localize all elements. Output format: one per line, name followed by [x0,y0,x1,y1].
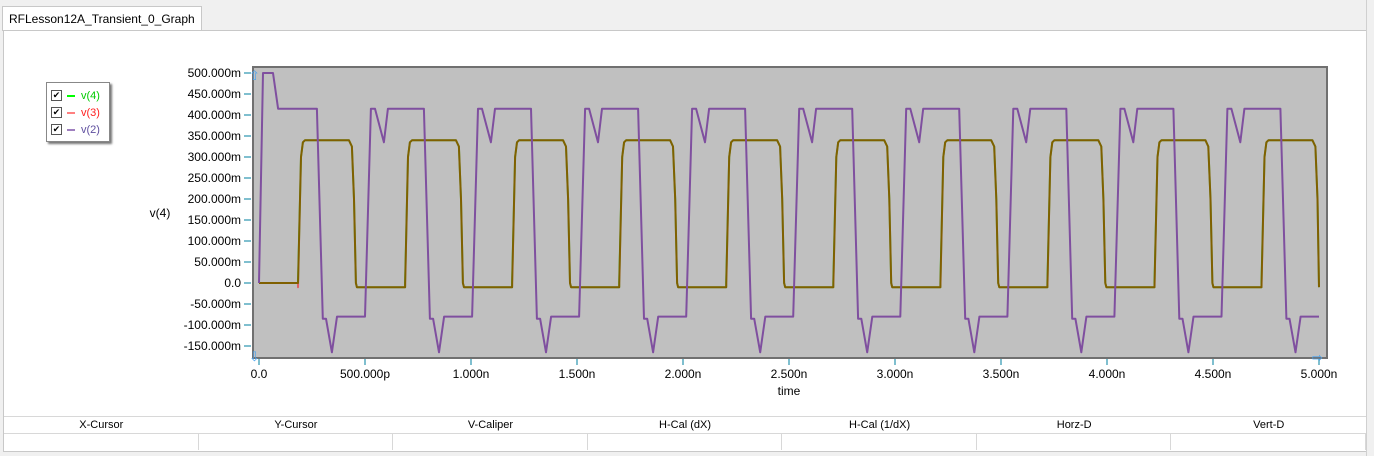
checkbox[interactable]: ✔ [51,107,62,118]
y-axis-label: v(4) [150,206,171,220]
y-tick-label: 250.000m [188,171,241,185]
x-cursor-arrow-icon[interactable]: ⇨ [1312,350,1323,365]
y-tick-label: -100.000m [184,318,241,332]
y-tick-label: 50.000m [194,255,241,269]
x-tick-label: 4.500n [1195,367,1232,381]
col-v-caliper: V-Caliper [393,416,588,433]
y-tick-label: -50.000m [190,297,241,311]
checkbox[interactable]: ✔ [51,90,62,101]
legend-swatch [67,128,75,131]
y-cursor-bottom-arrow-icon[interactable]: ⇩ [249,349,260,364]
x-tick-label: 0.0 [251,367,268,381]
y-tick-label: 400.000m [188,108,241,122]
legend-swatch [67,94,75,97]
col-vert-d: Vert-D [1171,416,1367,433]
y-tick-label: 200.000m [188,192,241,206]
x-tick-label: 3.500n [983,367,1020,381]
cell [782,433,977,450]
x-tick-label: 4.000n [1089,367,1126,381]
y-tick-label: 450.000m [188,87,241,101]
x-tick-label: 2.500n [771,367,808,381]
y-tick-label: 150.000m [188,213,241,227]
y-tick-label: 100.000m [188,234,241,248]
col-x-cursor: X-Cursor [4,416,199,433]
col-h-cal-inv-dx: H-Cal (1/dX) [782,416,977,433]
legend-label: v(2) [81,123,100,136]
x-axis-label: time [778,384,801,398]
cell [976,433,1172,450]
col-horz-d: Horz-D [976,416,1172,433]
cell [587,433,783,450]
x-tick-label: 3.000n [877,367,914,381]
x-tick-label: 2.000n [665,367,702,381]
checkbox[interactable]: ✔ [51,124,62,135]
legend-swatch [67,111,75,114]
cell [1171,433,1367,450]
legend: ✔ v(4) ✔ v(3) ✔ v(2) [46,82,110,142]
legend-label: v(4) [81,89,100,102]
y-tick-label: 0.0 [224,276,241,290]
y-tick-label: 350.000m [188,129,241,143]
y-tick-label: 300.000m [188,150,241,164]
legend-item-v4[interactable]: ✔ v(4) [47,87,109,104]
x-tick-label: 1.000n [453,367,490,381]
y-cursor-top-arrow-icon[interactable]: ⇧ [249,68,260,83]
cursor-table: X-Cursor Y-Cursor V-Caliper H-Cal (dX) H… [4,416,1367,450]
x-tick-label: 500.000p [340,367,390,381]
y-tick-label: 500.000m [188,66,241,80]
cell [393,433,588,450]
chart: 500.000m 450.000m 400.000m 350.000m 300.000m… [150,66,1338,398]
cell [198,433,394,450]
x-tick-label: 5.000n [1301,367,1338,381]
x-tick-label: 1.500n [559,367,596,381]
col-y-cursor: Y-Cursor [198,416,394,433]
legend-item-v3[interactable]: ✔ v(3) [47,104,109,121]
col-h-cal-dx: H-Cal (dX) [587,416,783,433]
legend-item-v2[interactable]: ✔ v(2) [47,121,109,138]
plot-area [252,66,1328,359]
y-tick-label: -150.000m [184,339,241,353]
legend-label: v(3) [81,106,100,119]
cell [4,433,199,450]
